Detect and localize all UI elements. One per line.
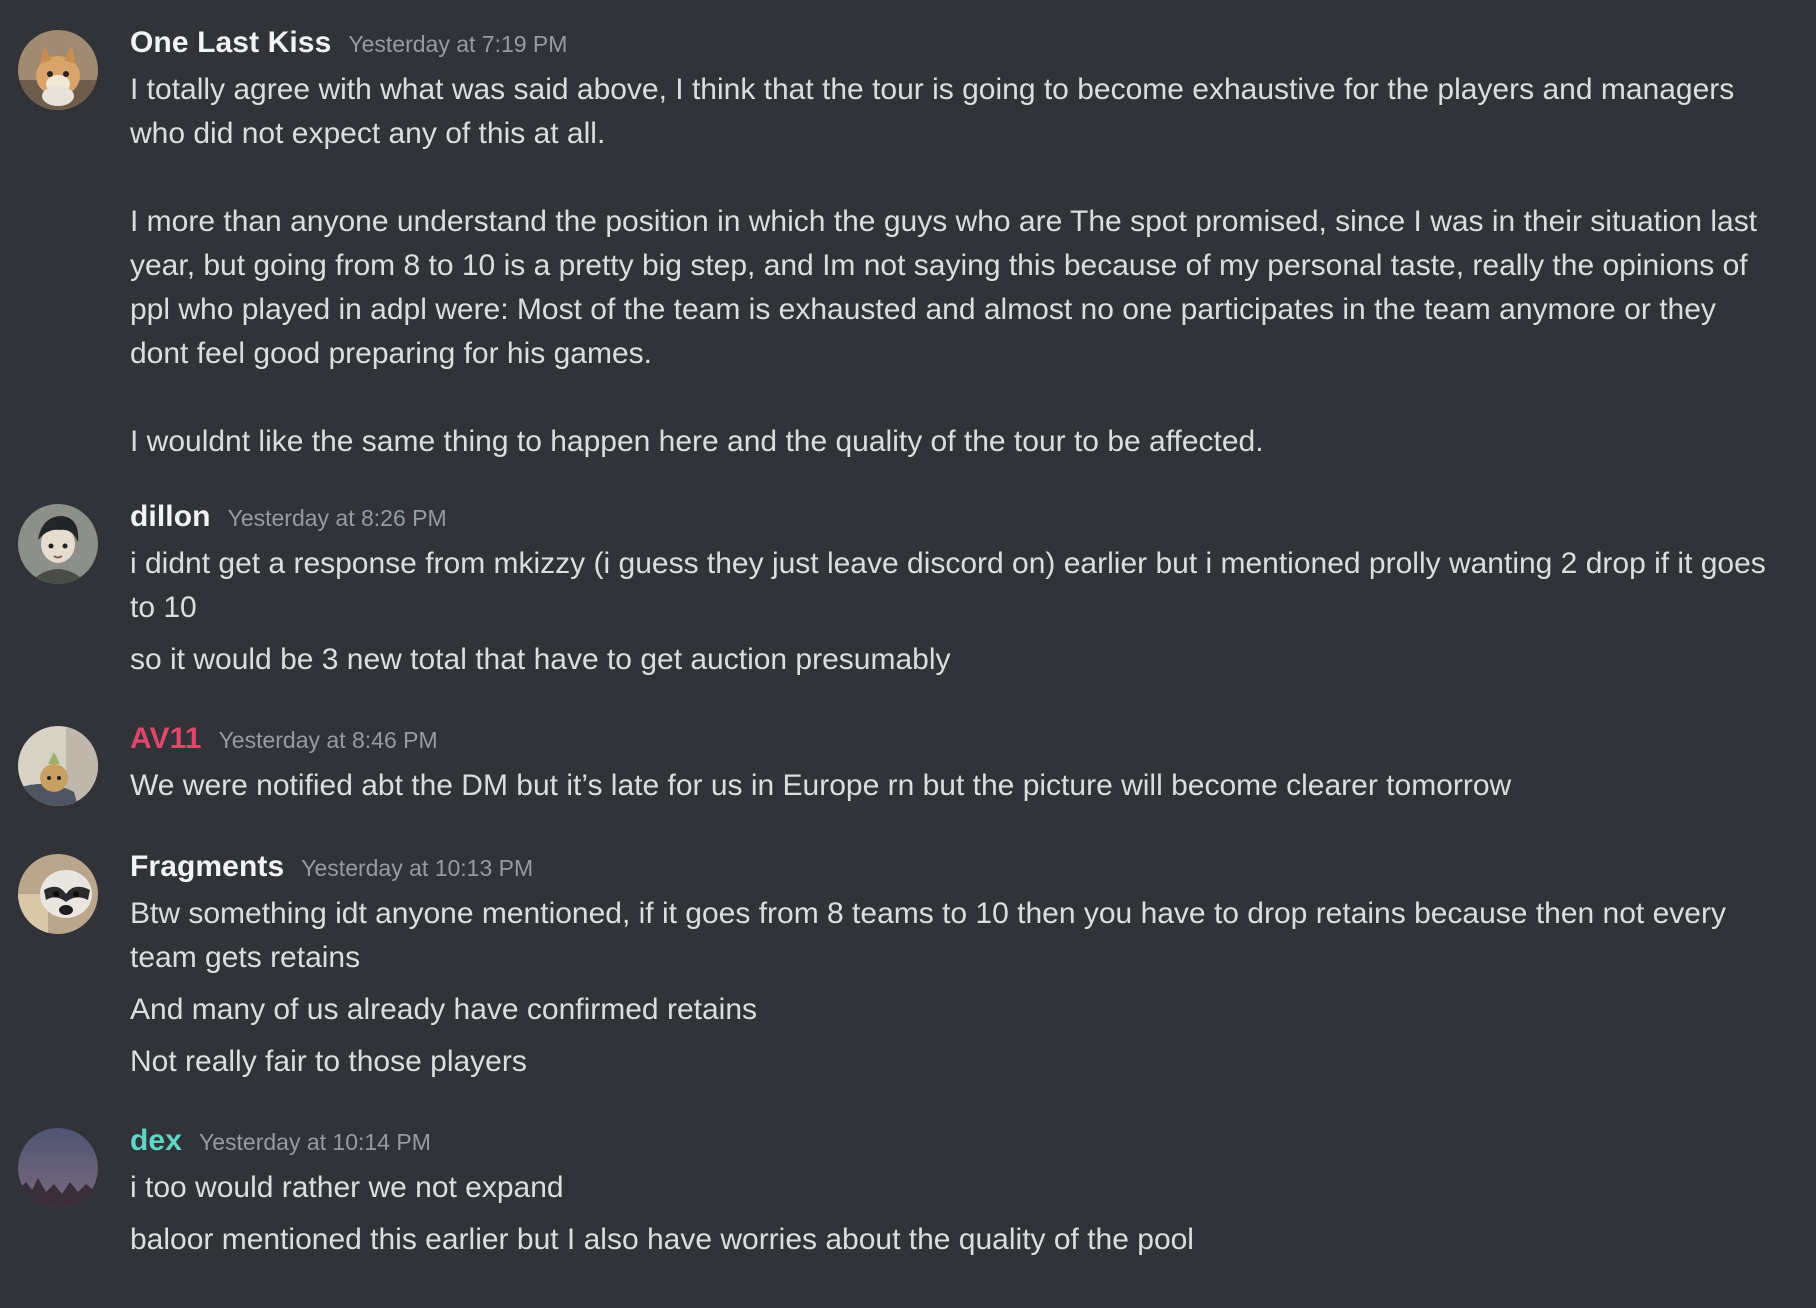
message-header: dex Yesterday at 10:14 PM <box>130 1124 1776 1166</box>
message-header: One Last Kiss Yesterday at 7:19 PM <box>130 26 1776 68</box>
username[interactable]: Fragments <box>130 850 284 884</box>
message-text: i too would rather we not expand <box>130 1171 564 1204</box>
figurine-avatar-icon[interactable] <box>18 726 98 806</box>
username[interactable]: AV11 <box>130 722 202 756</box>
message-text: I more than anyone understand the positi… <box>130 205 1766 370</box>
timestamp: Yesterday at 10:14 PM <box>199 1129 431 1155</box>
message-group: AV11 Yesterday at 8:46 PM We were notifi… <box>0 722 1816 808</box>
timestamp: Yesterday at 8:26 PM <box>227 505 447 531</box>
anime-character-avatar-icon[interactable] <box>18 504 98 584</box>
message-text: And many of us already have confirmed re… <box>130 993 757 1026</box>
cat-avatar-icon[interactable] <box>18 30 98 110</box>
raccoon-avatar-icon[interactable] <box>18 854 98 934</box>
username[interactable]: One Last Kiss <box>130 26 331 60</box>
username[interactable]: dex <box>130 1124 182 1158</box>
username[interactable]: dillon <box>130 500 211 534</box>
message-text: i didnt get a response from mkizzy (i gu… <box>130 547 1775 624</box>
message-text: Not really fair to those players <box>130 1045 527 1078</box>
moon-avatar-icon[interactable] <box>18 1128 98 1208</box>
message-text: I wouldnt like the same thing to happen … <box>130 425 1264 458</box>
message-text: I totally agree with what was said above… <box>130 73 1743 150</box>
timestamp: Yesterday at 10:13 PM <box>301 855 534 881</box>
message-group: dillon Yesterday at 8:26 PM i didnt get … <box>0 500 1816 682</box>
message-group: dex Yesterday at 10:14 PM i too would ra… <box>0 1124 1816 1262</box>
message-text: so it would be 3 new total that have to … <box>130 643 951 676</box>
chat-message-list: One Last Kiss Yesterday at 7:19 PM I tot… <box>0 0 1816 1308</box>
message-text: baloor mentioned this earlier but I also… <box>130 1223 1194 1256</box>
message-header: dillon Yesterday at 8:26 PM <box>130 500 1776 542</box>
message-text: We were notified abt the DM but it’s lat… <box>130 769 1512 802</box>
timestamp: Yesterday at 8:46 PM <box>218 727 438 753</box>
message-header: AV11 Yesterday at 8:46 PM <box>130 722 1776 764</box>
message-header: Fragments Yesterday at 10:13 PM <box>130 850 1776 892</box>
timestamp: Yesterday at 7:19 PM <box>348 31 568 57</box>
message-text: Btw something idt anyone mentioned, if i… <box>130 897 1735 974</box>
message-group: Fragments Yesterday at 10:13 PM Btw some… <box>0 850 1816 1084</box>
message-group: One Last Kiss Yesterday at 7:19 PM I tot… <box>0 26 1816 464</box>
